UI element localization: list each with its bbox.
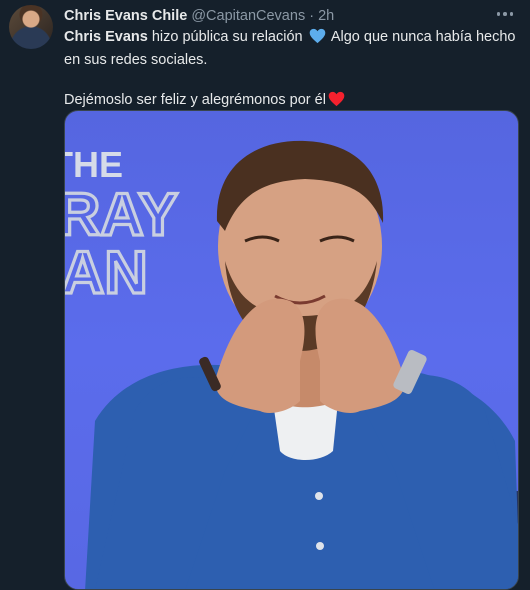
author-name[interactable]: Chris Evans Chile <box>64 8 187 24</box>
backdrop-lettering: THE RAY AN <box>65 144 180 308</box>
mention-bold: Chris Evans <box>64 29 148 45</box>
tweet-header: Chris Evans Chile @CapitanCevans · 2h <box>64 8 490 26</box>
separator: · <box>309 8 315 24</box>
tweet[interactable]: Chris Evans Chile @CapitanCevans · 2h Ch… <box>0 0 530 590</box>
backdrop-text-1: THE <box>65 144 123 185</box>
blue-heart-icon <box>309 28 326 50</box>
tweet-text-part: Dejémoslo ser feliz y alegrémonos por él <box>64 92 326 108</box>
backdrop-text-2: RAY <box>65 181 178 248</box>
author-handle[interactable]: @CapitanCevans <box>191 8 305 24</box>
tweet-text: Chris Evans hizo pública su relación Alg… <box>64 27 519 113</box>
timestamp[interactable]: 2h <box>318 8 334 24</box>
tweet-text-part: hizo pública su relación <box>147 29 307 45</box>
tweet-media-image[interactable]: THE RAY AN <box>64 110 519 590</box>
tweet-paragraph-1: Chris Evans hizo pública su relación Alg… <box>64 27 519 70</box>
more-options-icon[interactable] <box>492 5 518 23</box>
avatar[interactable] <box>9 5 53 49</box>
backdrop-text-3: AN <box>65 239 148 306</box>
